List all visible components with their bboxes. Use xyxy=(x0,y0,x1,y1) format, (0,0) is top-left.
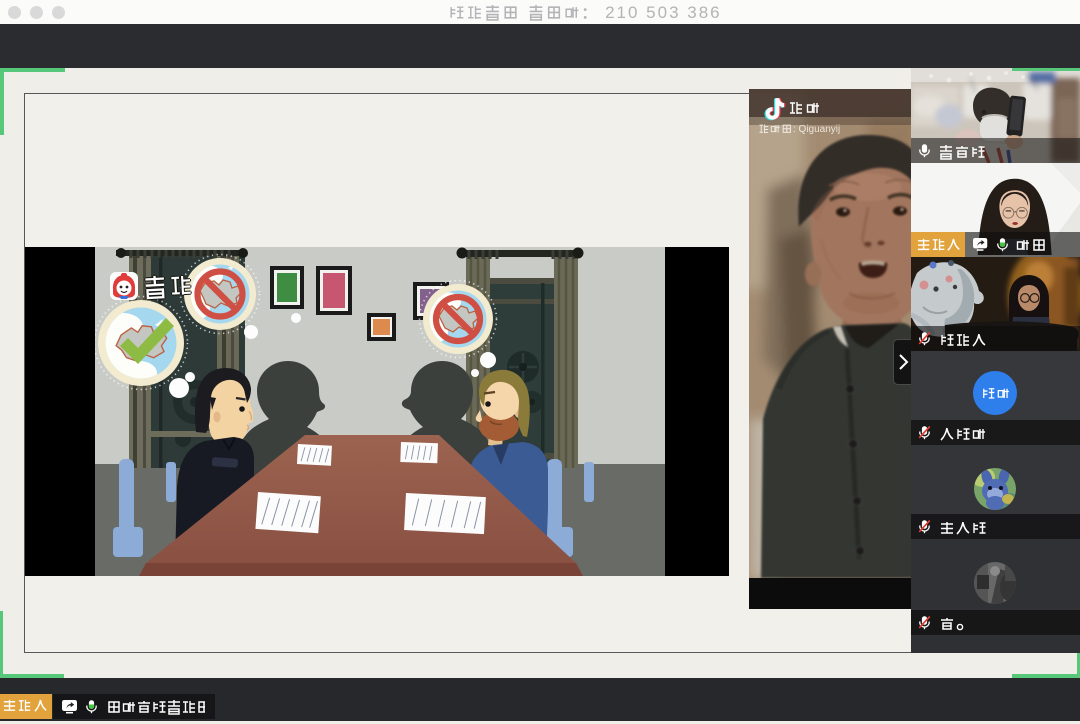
svg-text:：: ： xyxy=(582,6,597,21)
svg-text:: Qiguanyij: : Qiguanyij xyxy=(793,124,840,135)
